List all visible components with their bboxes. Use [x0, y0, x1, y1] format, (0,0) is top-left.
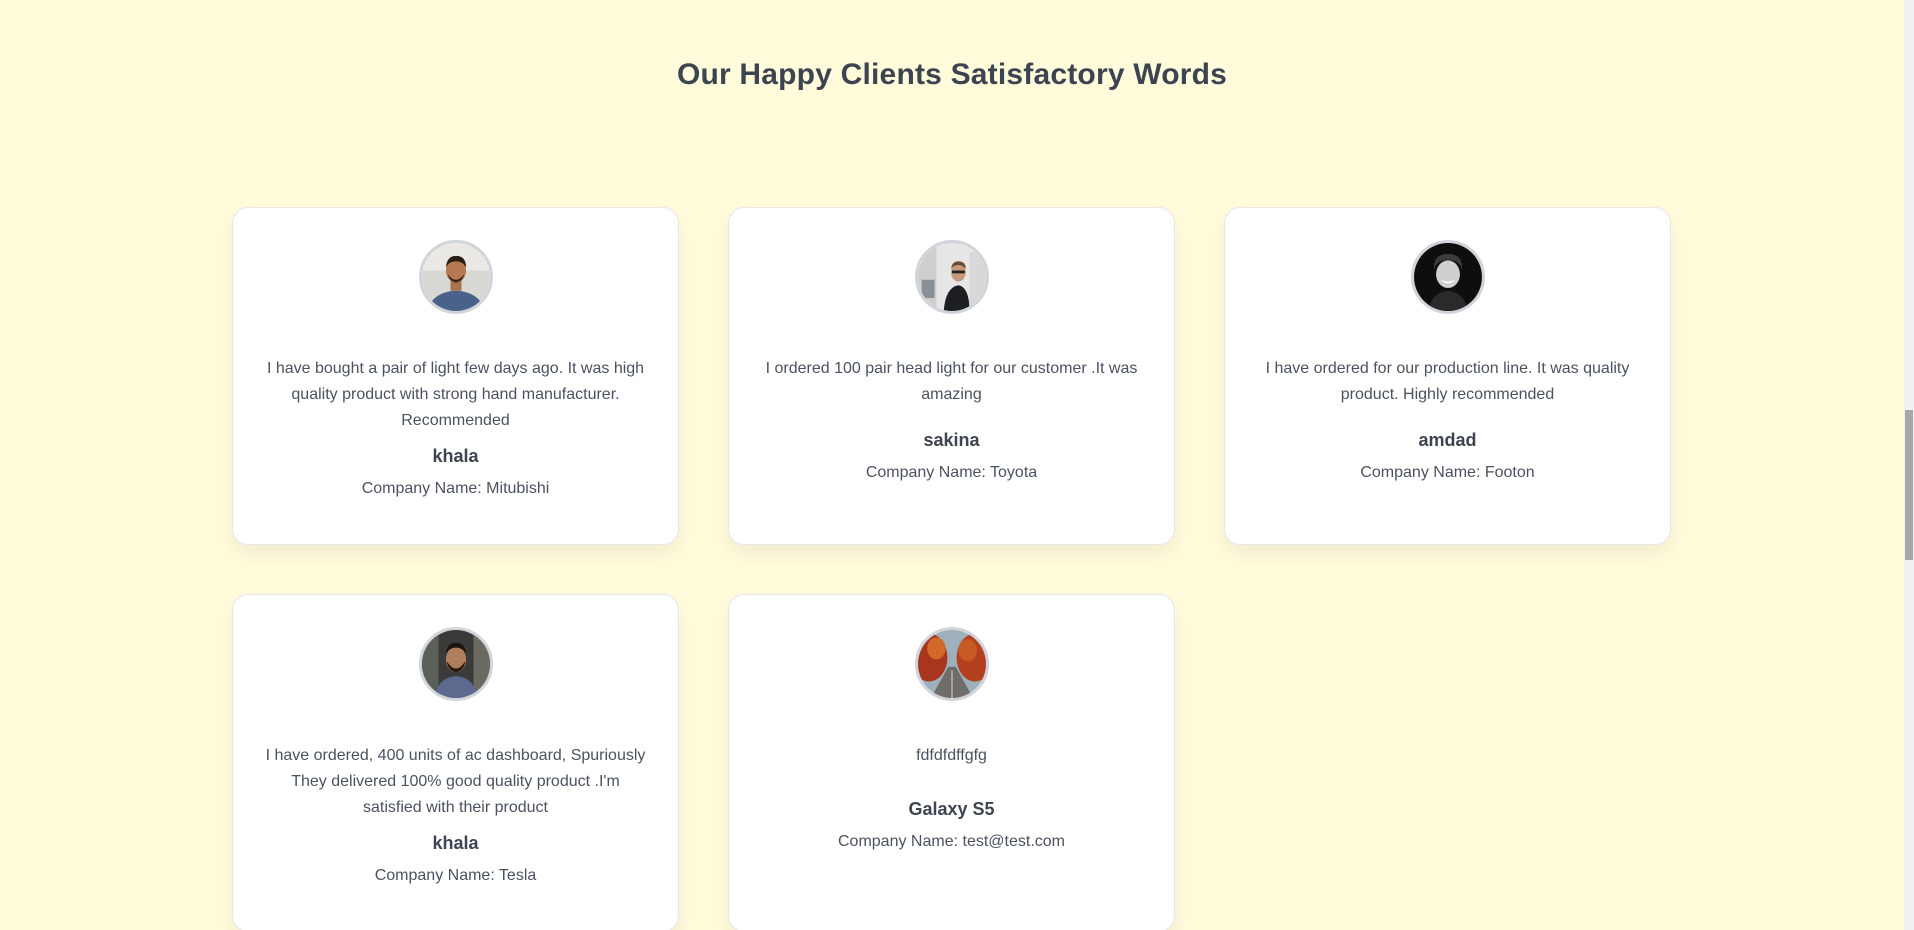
testimonial-card: fdfdfdffgfg Galaxy S5 Company Name: test… [728, 594, 1175, 930]
client-avatar [418, 240, 493, 314]
client-company: Company Name: Footon [1360, 464, 1535, 481]
man-street-icon [917, 243, 986, 311]
testimonial-grid: I have bought a pair of light few days a… [232, 207, 1672, 930]
testimonial-quote: I have bought a pair of light few days a… [266, 360, 645, 429]
client-name: khala [432, 833, 479, 853]
client-name: sakina [923, 430, 980, 450]
scrollbar-thumb[interactable] [1905, 410, 1913, 560]
man-beard-icon [421, 630, 490, 698]
client-company: Company Name: Tesla [374, 867, 537, 884]
section-title: Our Happy Clients Satisfactory Words [676, 58, 1228, 91]
client-company: Company Name: Mitubishi [361, 480, 550, 497]
testimonial-card: I have ordered, 400 units of ac dashboar… [232, 594, 679, 930]
client-avatar [914, 240, 989, 314]
client-avatar [914, 627, 989, 701]
client-name: amdad [1418, 430, 1477, 450]
client-avatar [418, 627, 493, 701]
vertical-scrollbar[interactable] [1904, 0, 1914, 930]
testimonial-quote: I have ordered for our production line. … [1265, 360, 1630, 403]
testimonial-quote: I ordered 100 pair head light for our cu… [765, 360, 1138, 403]
testimonial-card: I ordered 100 pair head light for our cu… [728, 207, 1175, 545]
client-name: Galaxy S5 [908, 799, 995, 819]
testimonial-card: I have ordered for our production line. … [1224, 207, 1671, 545]
testimonial-quote: fdfdfdffgfg [916, 747, 987, 764]
testimonials-page: Our Happy Clients Satisfactory Words I h… [0, 0, 1914, 930]
man-smiling-bw-icon [1413, 243, 1482, 311]
testimonial-quote: I have ordered, 400 units of ac dashboar… [265, 747, 646, 816]
man-blue-shirt-icon [421, 243, 490, 311]
client-company: Company Name: Toyota [865, 464, 1038, 481]
client-name: khala [432, 446, 479, 466]
client-company: Company Name: test@test.com [838, 833, 1065, 850]
client-avatar [1410, 240, 1485, 314]
testimonial-card: I have bought a pair of light few days a… [232, 207, 679, 545]
autumn-road-icon [917, 630, 986, 698]
